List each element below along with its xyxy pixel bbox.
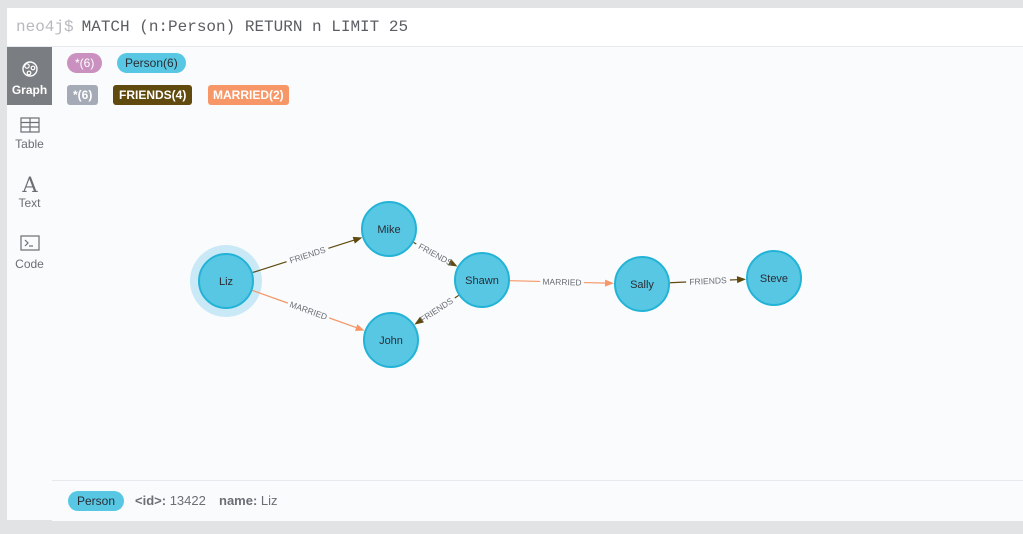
node-caption: John	[379, 335, 403, 347]
view-sidebar: Graph Table A Text Code	[7, 47, 52, 520]
relationship-label: MARRIED	[542, 277, 581, 288]
sidebar-item-text[interactable]: A Text	[7, 173, 52, 223]
query-bar[interactable]: neo4j$ MATCH (n:Person) RETURN n LIMIT 25	[7, 8, 1023, 47]
node-liz[interactable]: Liz	[198, 253, 254, 309]
relationship-label: FRIENDS	[288, 244, 327, 265]
sidebar-item-graph[interactable]: Graph	[7, 47, 52, 105]
relationship-friends[interactable]: FRIENDS	[414, 294, 459, 325]
result-frame: neo4j$ MATCH (n:Person) RETURN n LIMIT 25…	[7, 8, 1023, 521]
sidebar-item-table[interactable]: Table	[7, 117, 52, 167]
sidebar-item-code[interactable]: Code	[7, 235, 52, 285]
node-mike[interactable]: Mike	[361, 201, 417, 257]
node-caption: Sally	[630, 279, 654, 291]
node-steve[interactable]: Steve	[746, 250, 802, 306]
node-caption: Mike	[377, 224, 400, 236]
node-sally[interactable]: Sally	[614, 256, 670, 312]
relationship-label: FRIENDS	[418, 295, 455, 324]
query-text[interactable]: MATCH (n:Person) RETURN n LIMIT 25	[82, 18, 408, 36]
relationship-married[interactable]: MARRIED	[509, 277, 615, 288]
relationship-label: MARRIED	[288, 299, 328, 322]
graph-icon	[21, 61, 38, 77]
query-prompt: neo4j$	[16, 18, 74, 36]
relationship-friends[interactable]: FRIENDS	[413, 241, 458, 268]
graph-view: *(6) Person(6) *(6) FRIENDS(4) MARRIED(2…	[52, 47, 1023, 521]
text-icon: A	[21, 173, 38, 195]
graph-canvas[interactable]: FRIENDS MARRIED FRIENDS FRIENDS MARRIED FRIEN…	[52, 47, 1023, 480]
status-bar: Person <id>: 13422 name: Liz	[52, 480, 1023, 521]
sidebar-item-label: Code	[15, 257, 44, 271]
code-icon	[19, 235, 40, 251]
node-caption: Shawn	[465, 275, 499, 287]
node-caption: Steve	[760, 273, 788, 285]
node-john[interactable]: John	[363, 312, 419, 368]
status-name-value: Liz	[260, 493, 278, 508]
table-icon	[19, 117, 40, 133]
svg-text:A: A	[21, 173, 38, 195]
relationship-label: FRIENDS	[689, 275, 727, 287]
status-id-value: 13422	[169, 493, 206, 508]
sidebar-item-label: Table	[15, 137, 44, 151]
relationship-married[interactable]: MARRIED	[252, 289, 365, 331]
sidebar-item-label: Text	[18, 196, 41, 210]
sidebar-item-label: Graph	[11, 83, 48, 97]
status-name-key: name:	[219, 493, 258, 508]
relationship-friends[interactable]: FRIENDS	[252, 236, 363, 274]
status-label-badge[interactable]: Person	[68, 491, 125, 511]
status-id-key: <id>:	[135, 493, 167, 508]
node-caption: Liz	[219, 276, 233, 288]
relationship-label: FRIENDS	[417, 241, 455, 268]
relationship-friends[interactable]: FRIENDS	[669, 275, 747, 287]
node-shawn[interactable]: Shawn	[454, 252, 510, 308]
